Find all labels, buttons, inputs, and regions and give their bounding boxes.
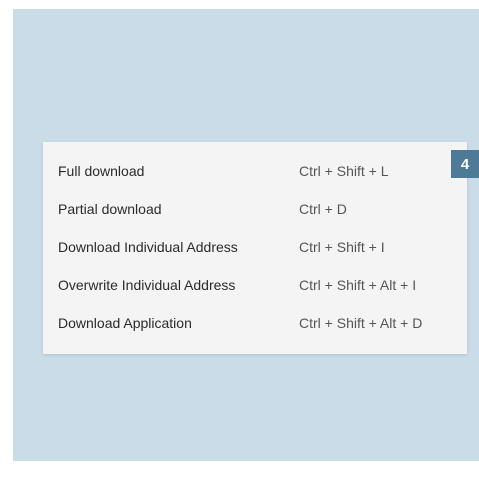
menu-item-shortcut: Ctrl + Shift + Alt + I	[299, 277, 417, 293]
menu-item-label: Full download	[58, 163, 145, 179]
download-context-menu: Full download Ctrl + Shift + L Partial d…	[43, 142, 467, 354]
menu-item-download-individual-address[interactable]: Download Individual Address Ctrl + Shift…	[43, 228, 467, 266]
menu-item-label: Download Application	[58, 315, 192, 331]
menu-item-shortcut: Ctrl + Shift + L	[299, 163, 389, 179]
menu-item-label: Overwrite Individual Address	[58, 277, 236, 293]
menu-item-overwrite-individual-address[interactable]: Overwrite Individual Address Ctrl + Shif…	[43, 266, 467, 304]
menu-item-shortcut: Ctrl + Shift + Alt + D	[299, 315, 423, 331]
menu-item-label: Download Individual Address	[58, 239, 238, 255]
menu-item-download-application[interactable]: Download Application Ctrl + Shift + Alt …	[43, 304, 467, 342]
menu-item-full-download[interactable]: Full download Ctrl + Shift + L	[43, 152, 467, 190]
menu-item-shortcut: Ctrl + D	[299, 201, 347, 217]
menu-item-partial-download[interactable]: Partial download Ctrl + D	[43, 190, 467, 228]
menu-item-label: Partial download	[58, 201, 162, 217]
menu-item-shortcut: Ctrl + Shift + I	[299, 239, 385, 255]
callout-number-badge: 4	[451, 150, 479, 178]
